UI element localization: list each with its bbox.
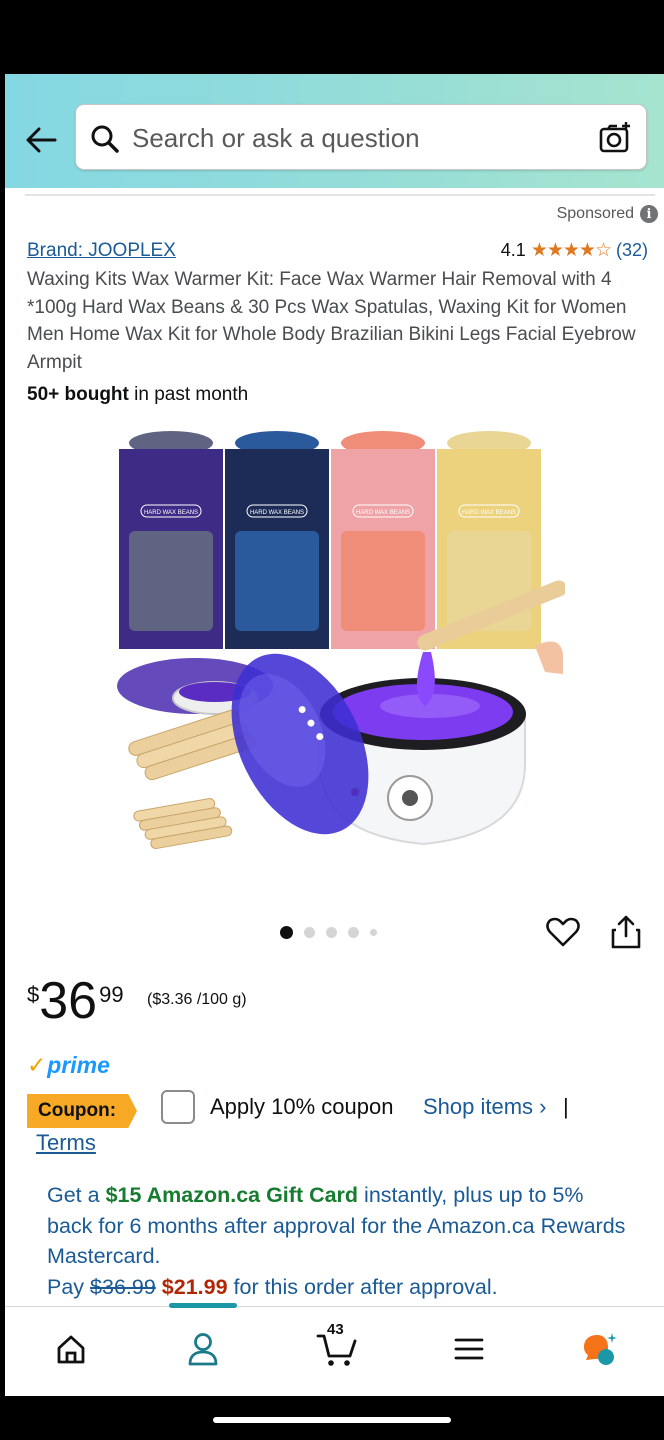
- search-bar[interactable]: [75, 104, 647, 170]
- credit-card-offer[interactable]: Get a $15 Amazon.ca Gift Card instantly,…: [47, 1180, 627, 1302]
- coupon-text[interactable]: Apply 10% coupon: [210, 1094, 393, 1120]
- active-tab-indicator: [169, 1303, 237, 1308]
- nav-menu[interactable]: [447, 1327, 491, 1371]
- prime-badge: ✓ prime: [27, 1052, 110, 1079]
- prime-check-icon: ✓: [27, 1052, 47, 1078]
- brand-link[interactable]: Brand: JOOPLEX: [27, 240, 176, 262]
- home-indicator[interactable]: [213, 1417, 451, 1423]
- coupon-checkbox[interactable]: [161, 1090, 195, 1124]
- separator: |: [563, 1094, 569, 1119]
- header-bar: [5, 74, 664, 188]
- product-title[interactable]: Waxing Kits Wax Warmer Kit: Face Wax War…: [27, 266, 651, 376]
- svg-text:HARD WAX BEANS: HARD WAX BEANS: [356, 510, 410, 516]
- offer-highlight: $15 Amazon.ca Gift Card: [105, 1183, 359, 1207]
- rating-value: 4.1: [500, 240, 526, 260]
- svg-text:HARD WAX BEANS: HARD WAX BEANS: [250, 510, 304, 516]
- wax-bag: HARD WAX BEANS: [225, 431, 329, 649]
- carousel-dot[interactable]: [370, 929, 377, 936]
- back-arrow-icon[interactable]: [23, 122, 59, 158]
- info-icon[interactable]: i: [640, 205, 658, 223]
- camera-search-icon[interactable]: [598, 121, 632, 155]
- shop-items-link[interactable]: Shop items ›: [423, 1094, 547, 1120]
- prime-label: prime: [47, 1052, 110, 1078]
- app-screen: Sponsored i Brand: JOOPLEX 4.1 ★★★★☆ (32…: [5, 74, 664, 1396]
- bottom-navigation: 43: [5, 1303, 664, 1396]
- sponsored-text: Sponsored: [556, 205, 634, 222]
- coupon-badge: Coupon:: [27, 1094, 137, 1128]
- status-bar: [0, 0, 664, 74]
- offer-discount-price: $21.99: [161, 1274, 228, 1299]
- carousel-dot[interactable]: [348, 927, 359, 938]
- price-fraction: 99: [99, 982, 124, 1007]
- menu-icon: [454, 1338, 484, 1360]
- price-whole: 36: [39, 972, 98, 1030]
- rufus-assistant-icon: [584, 1333, 617, 1365]
- offer-pay-label: Pay: [47, 1274, 91, 1299]
- carousel-dot[interactable]: [280, 926, 293, 939]
- heart-icon[interactable]: [545, 914, 581, 950]
- price: $ 36 99: [27, 972, 124, 1030]
- svg-text:HARD WAX BEANS: HARD WAX BEANS: [144, 510, 198, 516]
- svg-text:HARD WAX BEANS: HARD WAX BEANS: [462, 510, 516, 516]
- nav-account[interactable]: [181, 1327, 225, 1371]
- image-carousel-dots[interactable]: [280, 926, 377, 939]
- bought-count: 50+ bought: [27, 384, 129, 405]
- divider: [25, 194, 655, 196]
- nav-home[interactable]: [49, 1327, 93, 1371]
- nav-rufus[interactable]: [577, 1327, 621, 1371]
- rating-count[interactable]: (32): [616, 240, 648, 261]
- wax-bag: HARD WAX BEANS: [331, 431, 435, 649]
- account-icon: [188, 1333, 218, 1366]
- offer-pay-suffix: for this order after approval.: [227, 1274, 498, 1299]
- star-rating-icon: ★★★★☆: [530, 240, 612, 261]
- product-image[interactable]: HARD WAX BEANS HARD WAX BEANS HARD WAX BEA…: [105, 424, 565, 904]
- share-icon[interactable]: [609, 914, 643, 950]
- cart-count: 43: [327, 1321, 344, 1338]
- sponsored-label[interactable]: Sponsored i: [557, 205, 658, 223]
- unit-price: ($3.36 /100 g): [147, 991, 247, 1008]
- bought-suffix: in past month: [128, 384, 249, 405]
- price-symbol: $: [27, 982, 40, 1007]
- offer-original-price: $36.99: [90, 1274, 156, 1299]
- carousel-dot[interactable]: [326, 927, 337, 938]
- carousel-dot[interactable]: [304, 927, 315, 938]
- rating-summary[interactable]: 4.1 ★★★★☆ (32): [501, 239, 648, 262]
- terms-link[interactable]: Terms: [36, 1130, 96, 1156]
- wax-bag: HARD WAX BEANS: [119, 431, 223, 649]
- offer-text-1: Get a: [47, 1183, 106, 1207]
- search-input[interactable]: [132, 119, 572, 157]
- search-icon: [91, 125, 119, 153]
- home-icon: [57, 1335, 85, 1364]
- bought-in-past-month: 50+ bought in past month: [27, 384, 248, 406]
